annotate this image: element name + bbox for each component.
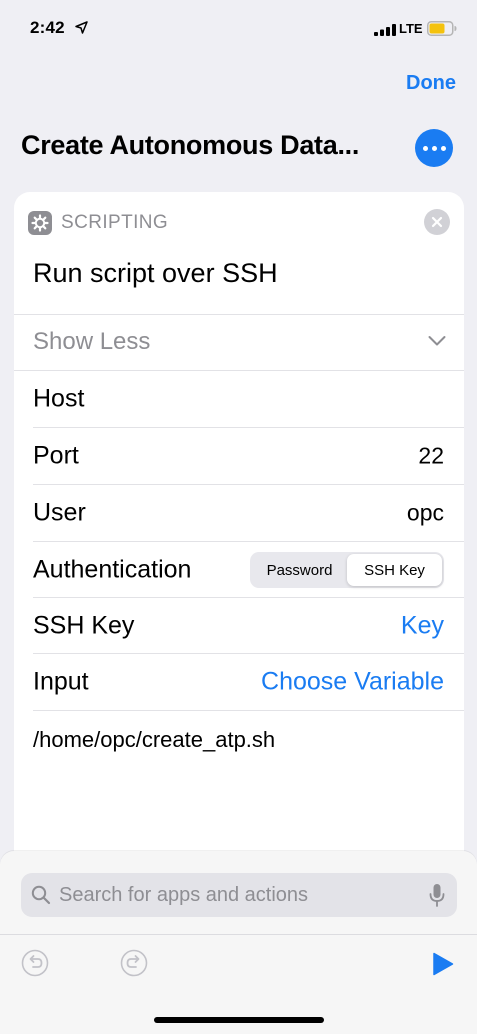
page-title: Create Autonomous Data... (21, 130, 360, 160)
divider (33, 710, 464, 711)
user-value[interactable]: opc (407, 500, 444, 527)
script-text-field[interactable]: /home/opc/create_atp.sh (33, 727, 275, 753)
dot-icon (440, 145, 446, 151)
host-label: Host (33, 384, 85, 413)
port-value[interactable]: 22 (418, 443, 444, 470)
home-indicator (154, 1017, 324, 1023)
location-arrow-icon (75, 21, 88, 34)
user-row[interactable]: User opc (14, 485, 464, 541)
search-icon (31, 885, 51, 905)
status-time: 2:42 (30, 18, 65, 37)
play-icon[interactable] (432, 952, 454, 976)
ssh-key-value[interactable]: Key (401, 612, 444, 641)
ssh-key-label: SSH Key (33, 611, 135, 640)
microphone-icon[interactable] (429, 883, 445, 908)
ssh-key-row[interactable]: SSH Key Key (14, 598, 464, 654)
close-icon[interactable] (424, 209, 450, 235)
host-row[interactable]: Host (14, 371, 464, 427)
dot-icon (422, 145, 428, 151)
undo-icon[interactable] (21, 949, 49, 977)
divider (14, 314, 464, 315)
redo-icon[interactable] (120, 949, 148, 977)
input-label: Input (33, 667, 89, 696)
input-row[interactable]: Input Choose Variable (14, 654, 464, 710)
chevron-down-icon[interactable] (428, 335, 446, 347)
actions-bottom-sheet (0, 851, 477, 1034)
action-category: SCRIPTING (28, 210, 168, 236)
action-card: SCRIPTING Run script over SSH Show Less … (14, 192, 464, 912)
status-bar: 2:42 LTE (0, 0, 477, 60)
more-options-button[interactable] (415, 129, 453, 167)
battery-icon (427, 21, 457, 36)
authentication-row: Authentication Password SSH Key (14, 542, 464, 598)
port-row[interactable]: Port 22 (14, 428, 464, 484)
password-segment[interactable]: Password (252, 554, 347, 586)
action-title: Run script over SSH (33, 258, 278, 288)
network-type-label: LTE (399, 21, 423, 36)
search-input[interactable] (59, 873, 409, 917)
search-bar[interactable] (21, 873, 457, 917)
divider (0, 934, 477, 935)
port-label: Port (33, 441, 79, 470)
cellular-signal-icon (374, 24, 396, 36)
done-button[interactable]: Done (406, 72, 456, 95)
authentication-label: Authentication (33, 555, 192, 584)
gear-icon (28, 211, 52, 235)
user-label: User (33, 498, 86, 527)
choose-variable-button[interactable]: Choose Variable (261, 668, 444, 697)
dot-icon (431, 145, 437, 151)
show-less-button[interactable]: Show Less (33, 328, 150, 356)
authentication-segmented-control[interactable]: Password SSH Key (250, 552, 444, 588)
category-label: SCRIPTING (61, 212, 169, 233)
ssh-key-segment[interactable]: SSH Key (347, 554, 442, 586)
